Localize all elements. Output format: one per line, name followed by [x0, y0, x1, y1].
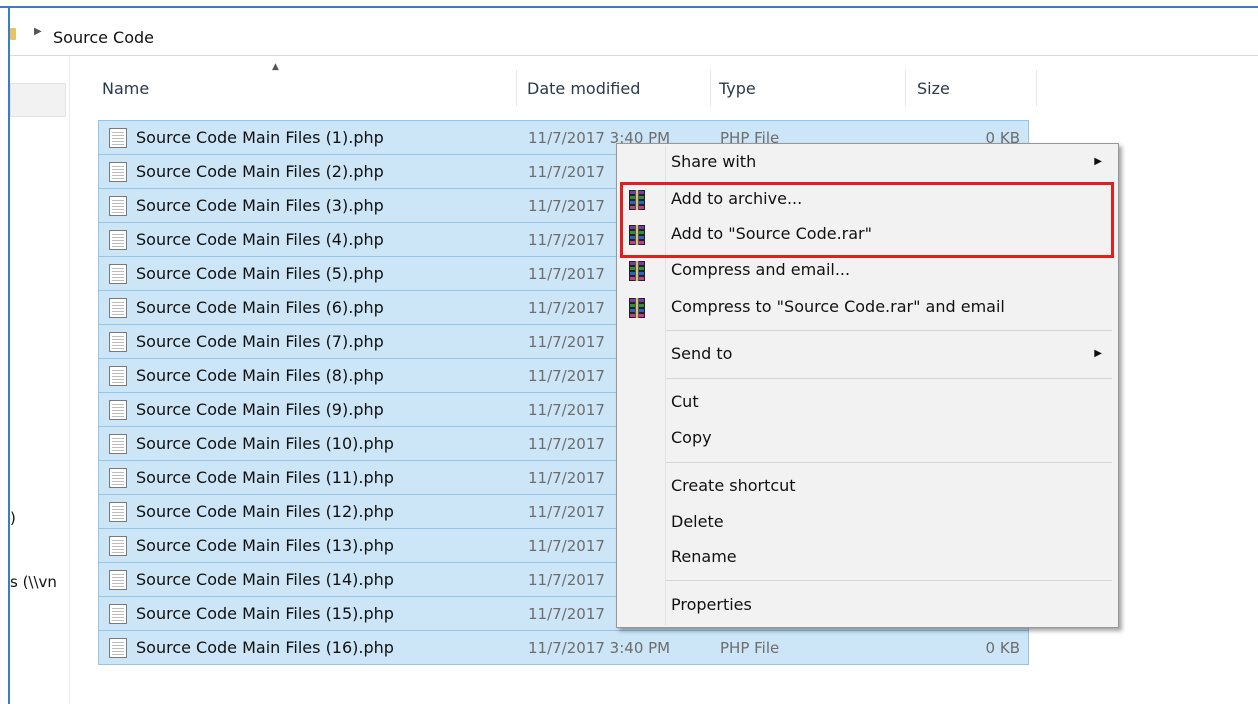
- menu-item-rename[interactable]: Rename: [619, 541, 1116, 575]
- file-date: 11/7/2017: [528, 605, 605, 623]
- php-file-icon: [109, 264, 127, 284]
- highlight-box: [620, 182, 1114, 258]
- php-file-icon: [109, 162, 127, 182]
- column-separator[interactable]: [710, 70, 711, 106]
- php-file-icon: [109, 196, 127, 216]
- file-name: Source Code Main Files (15).php: [136, 604, 394, 623]
- file-name: Source Code Main Files (9).php: [136, 400, 384, 419]
- php-file-icon: [109, 502, 127, 522]
- column-header-type[interactable]: Type: [719, 79, 756, 98]
- php-file-icon: [109, 570, 127, 590]
- file-date: 11/7/2017: [528, 265, 605, 283]
- file-date: 11/7/2017 3:40 PM: [528, 639, 671, 657]
- file-name: Source Code Main Files (10).php: [136, 434, 394, 453]
- php-file-icon: [109, 332, 127, 352]
- menu-item-label: Compress to "Source Code.rar" and email: [671, 297, 1005, 316]
- folder-icon: [10, 28, 16, 40]
- submenu-arrow-icon: ▶: [1094, 348, 1102, 359]
- nav-pane-divider[interactable]: [69, 56, 70, 704]
- column-separator[interactable]: [905, 70, 906, 106]
- menu-item-label: Delete: [671, 512, 724, 531]
- php-file-icon: [109, 468, 127, 488]
- file-size: 0 KB: [985, 639, 1020, 657]
- menu-separator: [666, 462, 1112, 463]
- php-file-icon: [109, 638, 127, 658]
- menu-item-cut[interactable]: Cut: [619, 386, 1116, 420]
- menu-item-properties[interactable]: Properties: [619, 589, 1116, 623]
- nav-pane-selected-item[interactable]: [10, 83, 66, 117]
- php-file-icon: [109, 536, 127, 556]
- file-date: 11/7/2017: [528, 503, 605, 521]
- menu-item-create-shortcut[interactable]: Create shortcut: [619, 470, 1116, 504]
- menu-item-delete[interactable]: Delete: [619, 506, 1116, 540]
- sort-ascending-icon: ▲: [272, 62, 279, 72]
- php-file-icon: [109, 230, 127, 250]
- php-file-icon: [109, 366, 127, 386]
- breadcrumb-source-code[interactable]: Source Code: [53, 28, 154, 47]
- address-bar[interactable]: ▶ Source Code: [10, 8, 1258, 56]
- menu-item-send-to[interactable]: Send to ▶: [619, 338, 1116, 372]
- nav-pane-item-fragment[interactable]: ): [10, 509, 16, 527]
- menu-item-share-with[interactable]: Share with ▶: [619, 146, 1116, 180]
- menu-item-label: Compress and email...: [671, 260, 851, 279]
- menu-item-compress-to-rar-and-email[interactable]: Compress to "Source Code.rar" and email: [619, 291, 1116, 325]
- php-file-icon: [109, 400, 127, 420]
- file-name: Source Code Main Files (14).php: [136, 570, 394, 589]
- php-file-icon: [109, 298, 127, 318]
- file-date: 11/7/2017: [528, 163, 605, 181]
- file-name: Source Code Main Files (12).php: [136, 502, 394, 521]
- file-name: Source Code Main Files (1).php: [136, 128, 384, 147]
- file-name: Source Code Main Files (7).php: [136, 332, 384, 351]
- menu-item-label: Cut: [671, 392, 699, 411]
- file-name: Source Code Main Files (4).php: [136, 230, 384, 249]
- winrar-icon: [627, 298, 647, 320]
- menu-item-label: Properties: [671, 595, 752, 614]
- menu-item-label: Create shortcut: [671, 476, 796, 495]
- file-date: 11/7/2017: [528, 571, 605, 589]
- file-date: 11/7/2017: [528, 197, 605, 215]
- file-name: Source Code Main Files (8).php: [136, 366, 384, 385]
- file-date: 11/7/2017: [528, 367, 605, 385]
- column-separator[interactable]: [1036, 70, 1037, 106]
- file-name: Source Code Main Files (5).php: [136, 264, 384, 283]
- column-header-name[interactable]: Name: [102, 79, 149, 98]
- nav-pane-network-item[interactable]: s (\\vn: [10, 573, 57, 591]
- winrar-icon: [627, 261, 647, 283]
- file-type: PHP File: [720, 639, 780, 657]
- menu-item-copy[interactable]: Copy: [619, 422, 1116, 456]
- file-date: 11/7/2017: [528, 401, 605, 419]
- menu-separator: [666, 378, 1112, 379]
- php-file-icon: [109, 604, 127, 624]
- file-row[interactable]: Source Code Main Files (16).php 11/7/201…: [98, 630, 1029, 665]
- menu-item-label: Copy: [671, 428, 712, 447]
- menu-separator: [666, 580, 1112, 581]
- menu-item-label: Send to: [671, 344, 733, 363]
- file-date: 11/7/2017: [528, 469, 605, 487]
- file-date: 11/7/2017: [528, 537, 605, 555]
- file-name: Source Code Main Files (16).php: [136, 638, 394, 657]
- file-date: 11/7/2017: [528, 333, 605, 351]
- file-name: Source Code Main Files (2).php: [136, 162, 384, 181]
- menu-item-compress-and-email[interactable]: Compress and email...: [619, 254, 1116, 288]
- file-name: Source Code Main Files (3).php: [136, 196, 384, 215]
- column-header-size[interactable]: Size: [917, 79, 950, 98]
- php-file-icon: [109, 128, 127, 148]
- file-name: Source Code Main Files (6).php: [136, 298, 384, 317]
- submenu-arrow-icon: ▶: [1094, 156, 1102, 167]
- file-date: 11/7/2017: [528, 299, 605, 317]
- menu-separator: [666, 330, 1112, 331]
- column-header-date[interactable]: Date modified: [527, 79, 640, 98]
- menu-item-label: Share with: [671, 152, 757, 171]
- file-date: 11/7/2017: [528, 231, 605, 249]
- menu-item-label: Rename: [671, 547, 737, 566]
- php-file-icon: [109, 434, 127, 454]
- file-date: 11/7/2017: [528, 435, 605, 453]
- file-name: Source Code Main Files (13).php: [136, 536, 394, 555]
- chevron-right-icon[interactable]: ▶: [34, 26, 42, 37]
- column-separator[interactable]: [516, 70, 517, 106]
- file-name: Source Code Main Files (11).php: [136, 468, 394, 487]
